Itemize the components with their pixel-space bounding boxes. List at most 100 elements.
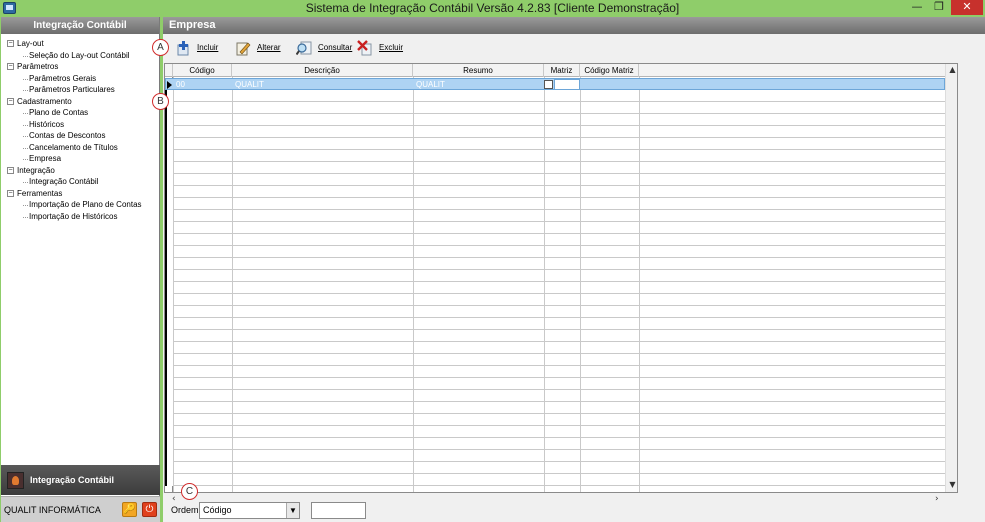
column-header-codigo-matriz[interactable]: Código Matriz — [580, 64, 639, 77]
empty-row — [165, 102, 945, 114]
row-indicator — [165, 138, 173, 150]
scroll-down-icon[interactable]: ▼ — [946, 480, 957, 489]
empty-row — [165, 222, 945, 234]
delete-icon — [357, 40, 372, 56]
close-button[interactable]: ✕ — [951, 0, 983, 15]
row-indicator — [165, 318, 173, 330]
alterar-label: Alterar — [257, 43, 281, 52]
ordem-selected-value: Código — [203, 505, 232, 515]
row-indicator — [165, 150, 173, 162]
cell-codigo-matriz[interactable] — [554, 79, 580, 90]
empty-row — [165, 402, 945, 414]
vertical-scrollbar[interactable]: ▲ ▼ — [945, 64, 957, 492]
table-row[interactable]: 00 QUALIT QUALIT — [165, 78, 945, 90]
tree-item-importacao-de-historicos[interactable]: Importação de Históricos — [1, 211, 159, 223]
tree-item-importacao-plano-de-contas[interactable]: Importação de Plano de Contas — [1, 199, 159, 211]
empresa-grid[interactable]: Código Descrição Resumo Matriz Código Ma… — [164, 63, 958, 493]
callout-c: C — [181, 483, 198, 500]
row-indicator — [165, 162, 173, 174]
tree-item-label: Cancelamento de Títulos — [29, 142, 118, 152]
empty-row — [165, 462, 945, 474]
navigation-header: Integração Contábil — [1, 17, 159, 34]
empty-row — [165, 450, 945, 462]
row-indicator — [165, 366, 173, 378]
column-header-resumo[interactable]: Resumo — [413, 64, 544, 77]
row-indicator — [165, 210, 173, 222]
tree-item-integracao-contabil[interactable]: Integração Contábil — [1, 176, 159, 188]
power-icon[interactable]: ⏻ — [142, 502, 157, 517]
row-indicator — [165, 246, 173, 258]
tree-item-parametros-gerais[interactable]: Parâmetros Gerais — [1, 73, 159, 85]
collapse-icon[interactable]: − — [7, 97, 14, 105]
tree-group-label: Parâmetros — [17, 62, 59, 71]
empty-row — [165, 378, 945, 390]
row-indicator — [165, 390, 173, 402]
collapse-icon[interactable]: − — [7, 40, 14, 47]
row-indicator — [165, 426, 173, 438]
empty-row — [165, 294, 945, 306]
callout-a: A — [152, 39, 169, 56]
status-footer: QUALIT INFORMÁTICA 🔑 ⏻ — [1, 496, 160, 522]
empty-row — [165, 342, 945, 354]
row-indicator — [165, 198, 173, 210]
chevron-down-icon[interactable]: ▼ — [286, 503, 299, 518]
column-header-codigo[interactable]: Código — [173, 64, 232, 77]
tree-group-ferramentas[interactable]: − Ferramentas — [1, 188, 159, 200]
minimize-button[interactable]: — — [906, 0, 928, 15]
empty-row — [165, 258, 945, 270]
module-button[interactable]: Integração Contábil — [1, 465, 160, 495]
tree-item-empresa[interactable]: Empresa — [1, 153, 159, 165]
cell-descricao[interactable]: QUALIT — [233, 79, 414, 91]
empty-row — [165, 282, 945, 294]
incluir-label: Incluir — [197, 43, 219, 52]
cell-codigo[interactable]: 00 — [174, 79, 233, 91]
empty-row — [165, 246, 945, 258]
navigation-panel: Integração Contábil − Lay-out Seleção do… — [1, 17, 160, 522]
tree-item-label: Plano de Contas — [29, 108, 89, 117]
row-indicator — [165, 462, 173, 474]
tree-item-selecao-layout[interactable]: Seleção do Lay-out Contábil — [1, 50, 159, 62]
restore-button[interactable]: ❐ — [928, 0, 950, 15]
row-indicator — [165, 282, 173, 294]
column-header-descricao[interactable]: Descrição — [232, 64, 413, 77]
consultar-label: Consultar — [318, 43, 353, 52]
tree-group-parametros[interactable]: − Parâmetros — [1, 61, 159, 73]
tree-item-historicos[interactable]: Históricos — [1, 119, 159, 131]
row-indicator — [165, 354, 173, 366]
empty-row — [165, 150, 945, 162]
row-indicator — [165, 186, 173, 198]
row-indicator — [165, 402, 173, 414]
tree-item-label: Parâmetros Particulares — [29, 85, 115, 94]
tree-item-cancelamento-de-titulos[interactable]: Cancelamento de Títulos — [1, 142, 159, 154]
key-icon[interactable]: 🔑 — [122, 502, 137, 517]
collapse-icon[interactable]: − — [7, 189, 14, 197]
tree-group-layout[interactable]: − Lay-out — [1, 38, 159, 50]
tree-group-integracao[interactable]: − Integração — [1, 165, 159, 177]
search-input[interactable] — [311, 502, 366, 519]
empty-row — [165, 210, 945, 222]
cell-matriz-checkbox[interactable] — [544, 80, 553, 89]
scroll-up-icon[interactable]: ▲ — [946, 65, 957, 74]
tree-item-label: Parâmetros Gerais — [29, 73, 97, 83]
tree-item-label: Empresa — [29, 154, 62, 163]
empty-row — [165, 138, 945, 150]
tree-item-contas-de-descontos[interactable]: Contas de Descontos — [1, 130, 159, 142]
row-indicator — [165, 438, 173, 450]
tree-item-label: Integração Contábil — [29, 177, 99, 186]
empty-row — [165, 126, 945, 138]
grid-corner — [165, 64, 173, 77]
collapse-icon[interactable]: − — [7, 166, 14, 174]
tree-group-cadastramento[interactable]: − Cadastramento — [1, 96, 159, 108]
window-title: Sistema de Integração Contábil Versão 4.… — [305, 1, 680, 15]
tree-item-parametros-particulares[interactable]: Parâmetros Particulares — [1, 84, 159, 96]
cell-resumo[interactable]: QUALIT — [414, 79, 545, 91]
row-indicator — [165, 342, 173, 354]
empty-row — [165, 162, 945, 174]
column-header-matriz[interactable]: Matriz — [544, 64, 580, 77]
toolbar: Incluir Alterar Consultar Excluir — [163, 37, 985, 59]
row-indicator — [165, 450, 173, 462]
module-label: Integração Contábil — [30, 475, 115, 485]
ordem-select[interactable]: Código ▼ — [199, 502, 300, 519]
collapse-icon[interactable]: − — [7, 63, 14, 70]
tree-item-plano-de-contas[interactable]: Plano de Contas — [1, 107, 159, 119]
